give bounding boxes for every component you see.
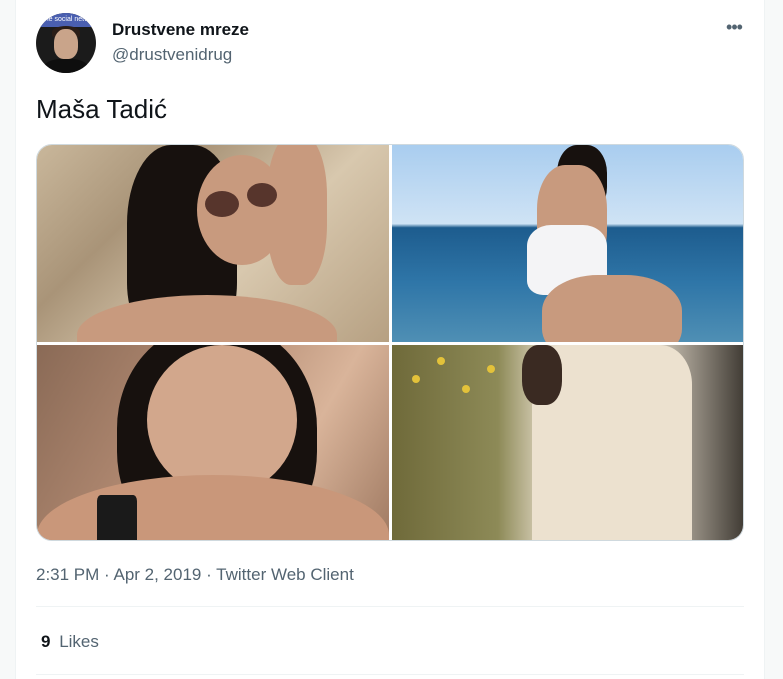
photo-4-hair <box>522 345 562 405</box>
photo-1-sunglasses-left <box>205 191 239 217</box>
author-avatar[interactable]: the social netw <box>36 13 96 73</box>
tweet-text: Maša Tadić <box>36 94 168 124</box>
avatar-face <box>54 29 78 59</box>
photo-4[interactable] <box>392 345 743 540</box>
author-handle[interactable]: @drustvenidrug <box>112 45 232 65</box>
photo-4-flower-1 <box>412 375 420 383</box>
photo-1[interactable] <box>37 145 389 342</box>
divider-top <box>36 606 744 607</box>
author-display-name[interactable]: Drustvene mreze <box>112 20 249 40</box>
photo-4-flower-2 <box>437 357 445 365</box>
likes-stat[interactable]: 9 Likes <box>41 632 99 652</box>
photo-3-strap <box>97 495 137 540</box>
likes-label: Likes <box>59 632 99 651</box>
avatar-shirt <box>44 59 88 73</box>
photo-1-sunglasses-right <box>247 183 277 207</box>
tweet-timestamp[interactable]: 2:31 PM · Apr 2, 2019 · Twitter Web Clie… <box>36 565 354 585</box>
tweet-card: the social netw Drustvene mreze @drustve… <box>15 0 765 679</box>
photo-1-shoulder <box>77 295 337 342</box>
divider-bottom <box>36 674 744 675</box>
photo-4-flower-3 <box>462 385 470 393</box>
photo-2-legs <box>542 275 682 342</box>
more-options-icon[interactable]: ••• <box>719 14 749 44</box>
photo-2[interactable] <box>392 145 743 342</box>
photo-4-flower-4 <box>487 365 495 373</box>
photo-3[interactable] <box>37 345 389 540</box>
photo-1-arm <box>267 145 327 285</box>
avatar-banner-text: the social netw <box>36 13 96 27</box>
media-grid <box>36 144 744 541</box>
likes-count: 9 <box>41 632 51 651</box>
photo-3-face <box>147 345 297 495</box>
photo-3-shoulders <box>37 475 389 540</box>
